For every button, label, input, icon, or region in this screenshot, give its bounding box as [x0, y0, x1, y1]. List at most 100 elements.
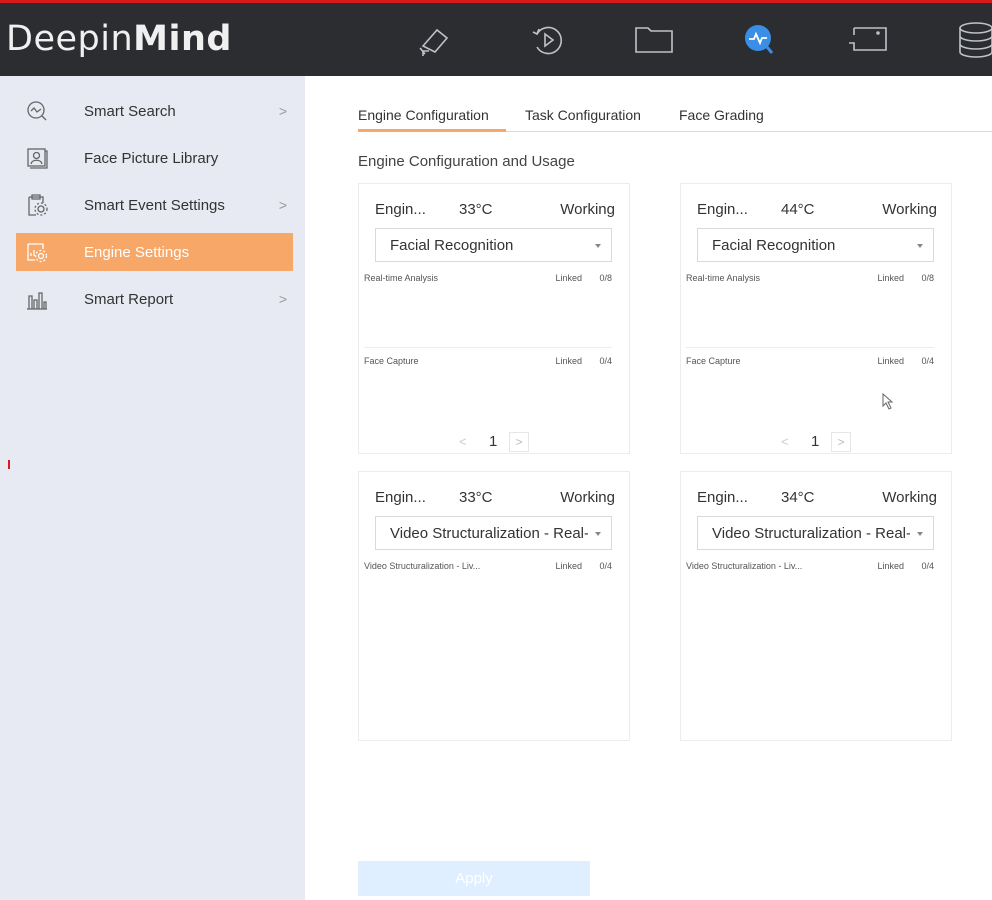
engine-mode-value: Facial Recognition [712, 237, 836, 254]
task-name: Real-time Analysis [686, 273, 761, 283]
apply-button[interactable]: Apply [358, 861, 590, 896]
active-tab-indicator [358, 129, 506, 132]
task-count: 0/8 [599, 273, 612, 283]
task-link-status: Linked [877, 356, 904, 366]
tab-task-configuration[interactable]: Task Configuration [525, 107, 641, 123]
smart-analysis-icon[interactable] [738, 20, 782, 60]
task-link-status: Linked [877, 561, 904, 571]
engine-mode-value: Video Structuralization - Real-time [712, 525, 910, 542]
engine-temperature: 34°C [781, 489, 815, 506]
engine-mode-select[interactable]: Facial Recognition [375, 228, 612, 262]
current-page: 1 [489, 433, 498, 450]
engine-header: Engin... 44°C Working [697, 201, 937, 221]
sidebar-item-label: Face Picture Library [84, 149, 219, 167]
task-row: Real-time Analysis Linked 0/8 [686, 273, 934, 287]
sidebar-item-label: Smart Event Settings [84, 196, 225, 214]
camera-icon[interactable] [413, 20, 457, 60]
sidebar-item-engine-settings[interactable]: Engine Settings [16, 233, 293, 271]
chevron-right-icon: > [278, 103, 287, 119]
task-count: 0/4 [921, 561, 934, 571]
monitor-icon[interactable] [846, 20, 890, 60]
app-logo: DeepinMind [6, 19, 232, 59]
prev-page-button[interactable]: < [781, 434, 789, 449]
pagination: < 1 > [459, 432, 539, 452]
task-count: 0/4 [921, 356, 934, 366]
engine-mode-value: Facial Recognition [390, 237, 514, 254]
sidebar-item-face-picture-library[interactable]: Face Picture Library [16, 139, 293, 177]
engine-name: Engin... [375, 489, 426, 506]
sidebar: Smart Search > Face Picture Library Smar… [0, 76, 305, 900]
task-count: 0/4 [599, 356, 612, 366]
top-accent-line [0, 0, 992, 3]
event-settings-icon [26, 194, 48, 216]
task-name: Video Structuralization - Liv... [364, 561, 481, 571]
task-row: Face Capture Linked 0/4 [686, 356, 934, 370]
engine-status: Working [560, 489, 615, 506]
task-link-status: Linked [555, 561, 582, 571]
chevron-right-icon: > [278, 291, 287, 307]
task-row: Real-time Analysis Linked 0/8 [364, 273, 612, 287]
face-library-icon [26, 147, 48, 169]
task-name: Real-time Analysis [364, 273, 439, 283]
logo-bold: Mind [133, 19, 232, 59]
task-name: Face Capture [364, 356, 419, 366]
engine-header: Engin... 34°C Working [697, 489, 937, 509]
engine-temperature: 44°C [781, 201, 815, 218]
tab-bar: Engine Configuration Task Configuration … [358, 100, 992, 132]
engine-header: Engin... 33°C Working [375, 489, 615, 509]
next-page-button[interactable]: > [831, 432, 851, 452]
engine-status: Working [882, 489, 937, 506]
top-bar: DeepinMind [0, 0, 992, 76]
mouse-cursor-icon [882, 392, 894, 416]
task-count: 0/8 [921, 273, 934, 283]
engine-name: Engin... [697, 489, 748, 506]
caret-down-icon [917, 532, 923, 536]
next-page-button[interactable]: > [509, 432, 529, 452]
task-row: Face Capture Linked 0/4 [364, 356, 612, 370]
sidebar-item-smart-report[interactable]: Smart Report > [16, 280, 293, 318]
sidebar-item-smart-search[interactable]: Smart Search > [16, 92, 293, 130]
engine-card: Engin... 34°C Working Video Structuraliz… [680, 471, 952, 741]
task-row: Video Structuralization - Liv... Linked … [686, 561, 934, 575]
row-divider [686, 347, 934, 348]
engine-settings-icon [26, 241, 48, 263]
engine-name: Engin... [375, 201, 426, 218]
tab-face-grading[interactable]: Face Grading [679, 107, 764, 123]
sidebar-item-label: Smart Search [84, 102, 176, 120]
task-link-status: Linked [555, 273, 582, 283]
engine-card: Engin... 33°C Working Video Structuraliz… [358, 471, 630, 741]
engine-mode-select[interactable]: Video Structuralization - Real-time [697, 516, 934, 550]
prev-page-button[interactable]: < [459, 434, 467, 449]
engine-temperature: 33°C [459, 489, 493, 506]
engine-name: Engin... [697, 201, 748, 218]
chevron-right-icon: > [278, 197, 287, 213]
sidebar-item-label: Smart Report [84, 290, 174, 308]
sidebar-item-label: Engine Settings [84, 243, 190, 261]
pagination: < 1 > [781, 432, 861, 452]
task-count: 0/4 [599, 561, 612, 571]
task-link-status: Linked [555, 356, 582, 366]
smart-search-icon [26, 100, 48, 122]
caret-down-icon [917, 244, 923, 248]
sidebar-item-smart-event-settings[interactable]: Smart Event Settings > [16, 186, 293, 224]
section-title: Engine Configuration and Usage [358, 153, 575, 170]
folder-icon[interactable] [632, 20, 676, 60]
task-name: Face Capture [686, 356, 741, 366]
playback-icon[interactable] [526, 20, 570, 60]
engine-mode-select[interactable]: Video Structuralization - Real-time [375, 516, 612, 550]
engine-status: Working [882, 201, 937, 218]
caret-down-icon [595, 244, 601, 248]
task-row: Video Structuralization - Liv... Linked … [364, 561, 612, 575]
report-icon [26, 288, 48, 310]
engine-temperature: 33°C [459, 201, 493, 218]
task-name: Video Structuralization - Liv... [686, 561, 803, 571]
engine-header: Engin... 33°C Working [375, 201, 615, 221]
logo-prefix: Deepin [6, 19, 134, 59]
storage-icon[interactable] [950, 20, 992, 60]
task-link-status: Linked [877, 273, 904, 283]
engine-status: Working [560, 201, 615, 218]
engine-mode-select[interactable]: Facial Recognition [697, 228, 934, 262]
tab-engine-configuration[interactable]: Engine Configuration [358, 107, 489, 123]
edge-marker [8, 460, 10, 469]
current-page: 1 [811, 433, 820, 450]
